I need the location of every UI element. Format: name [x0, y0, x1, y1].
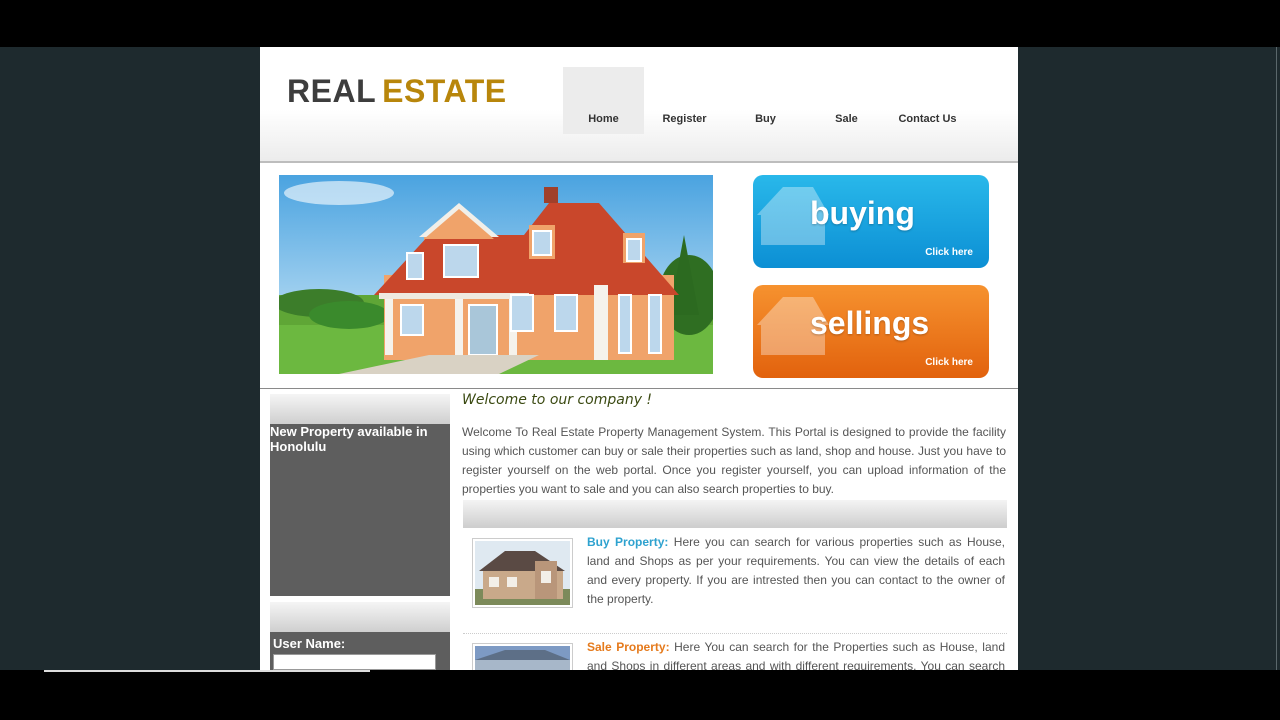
web-page: REAL ESTATE Home Register Buy Sale Contac…	[260, 47, 1018, 670]
new-property-heading[interactable]: New Property available in Honolulu	[270, 424, 450, 454]
buying-title: buying	[810, 195, 915, 231]
site-logo[interactable]: REAL ESTATE	[287, 73, 507, 110]
sale-property-heading[interactable]: Sale Property:	[587, 640, 670, 654]
panel-cap	[270, 394, 450, 424]
left-backdrop	[0, 47, 260, 670]
buying-click-here[interactable]: Click here	[925, 247, 973, 258]
login-panel: User Name:	[270, 602, 450, 670]
intro-paragraph: Welcome To Real Estate Property Manageme…	[462, 425, 1006, 496]
buy-property-heading[interactable]: Buy Property:	[587, 535, 668, 549]
sale-property-description: Sale Property: Here You can search for t…	[587, 638, 1005, 670]
right-backdrop	[1018, 47, 1280, 670]
nav-sale[interactable]: Sale	[806, 67, 887, 134]
username-input[interactable]	[273, 654, 436, 670]
logo-text-real: REAL	[287, 73, 377, 109]
site-header: REAL ESTATE Home Register Buy Sale Contac…	[260, 47, 1018, 163]
nav-buy[interactable]: Buy	[725, 67, 806, 134]
sale-property-thumbnail	[472, 643, 573, 670]
nav-home[interactable]: Home	[563, 67, 644, 134]
panel-cap	[270, 602, 450, 632]
video-top-bar	[0, 0, 1280, 47]
welcome-heading: Welcome to our company !	[462, 392, 653, 408]
nav-contact-us[interactable]: Contact Us	[887, 67, 968, 134]
username-label: User Name:	[273, 636, 346, 651]
main-nav: Home Register Buy Sale Contact Us	[563, 67, 968, 134]
nav-register[interactable]: Register	[644, 67, 725, 134]
video-progress-bar[interactable]	[44, 670, 370, 672]
buying-promo-button[interactable]: buying Click here	[753, 175, 989, 268]
logo-text-estate: ESTATE	[382, 73, 507, 109]
new-property-panel: New Property available in Honolulu	[270, 394, 450, 596]
selling-title: sellings	[810, 305, 930, 341]
selling-promo-button[interactable]: sellings Click here	[753, 285, 989, 378]
row-separator	[463, 633, 1007, 634]
section-bar	[463, 500, 1007, 528]
banner-house-image	[279, 175, 713, 374]
section-divider	[260, 388, 1018, 389]
selling-click-here[interactable]: Click here	[925, 357, 973, 368]
buy-property-thumbnail	[472, 538, 573, 608]
buy-property-description: Buy Property: Here you can search for va…	[587, 533, 1005, 609]
video-bottom-bar	[0, 670, 1280, 720]
